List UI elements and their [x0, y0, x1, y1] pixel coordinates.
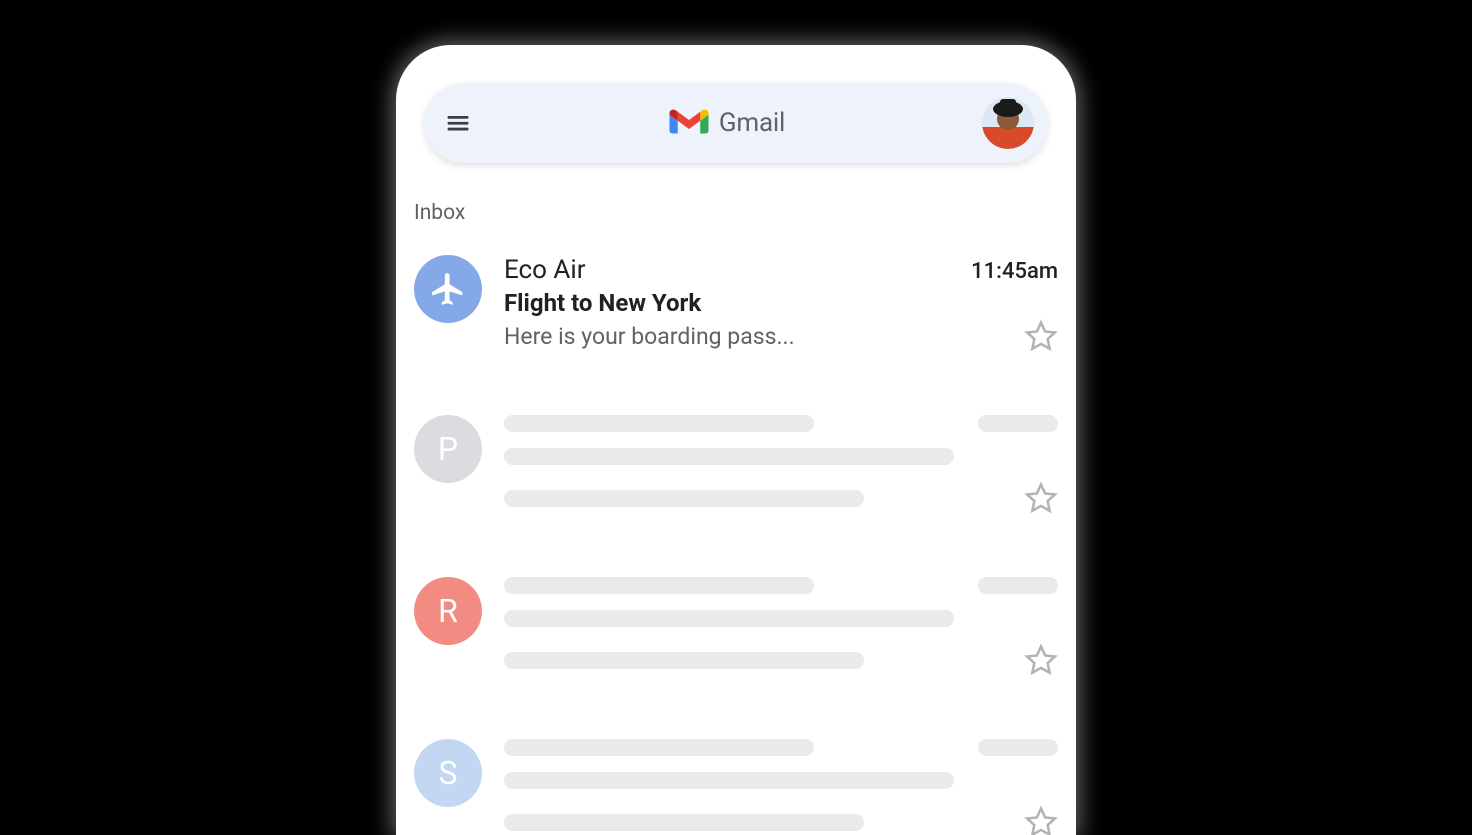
menu-icon[interactable]	[444, 109, 472, 137]
skeleton-line	[504, 652, 864, 669]
email-row-skeleton[interactable]: S	[414, 719, 1058, 835]
skeleton-line	[504, 448, 954, 465]
skeleton-line	[504, 772, 954, 789]
sender-avatar	[414, 255, 482, 323]
profile-avatar[interactable]	[982, 97, 1034, 149]
email-row-skeleton[interactable]: P	[414, 395, 1058, 557]
email-row[interactable]: Eco Air 11:45am Flight to New York Here …	[414, 235, 1058, 395]
skeleton-line	[504, 415, 814, 432]
app-name: Gmail	[719, 108, 785, 138]
star-icon[interactable]	[1024, 805, 1058, 835]
star-icon[interactable]	[1024, 319, 1058, 353]
search-bar[interactable]: Gmail	[424, 83, 1048, 163]
airplane-icon	[429, 270, 467, 308]
sender-avatar: R	[414, 577, 482, 645]
phone-frame: Gmail Inbox	[396, 45, 1076, 835]
skeleton-line	[504, 739, 814, 756]
avatar-letter: P	[438, 430, 458, 468]
gmail-logo-icon	[669, 108, 709, 138]
sender-avatar: P	[414, 415, 482, 483]
email-body: Eco Air 11:45am Flight to New York Here …	[504, 255, 1058, 353]
skeleton-line	[504, 610, 954, 627]
star-icon[interactable]	[1024, 643, 1058, 677]
search-center: Gmail	[472, 108, 982, 138]
star-icon[interactable]	[1024, 481, 1058, 515]
email-sender: Eco Air	[504, 255, 586, 285]
skeleton-line	[504, 490, 864, 507]
section-label: Inbox	[414, 201, 1076, 225]
email-time: 11:45am	[971, 259, 1058, 284]
skeleton-line	[978, 739, 1058, 756]
avatar-letter: R	[438, 592, 458, 630]
email-subject: Flight to New York	[504, 289, 1058, 317]
sender-avatar: S	[414, 739, 482, 807]
email-row-skeleton[interactable]: R	[414, 557, 1058, 719]
email-list: Eco Air 11:45am Flight to New York Here …	[396, 235, 1076, 835]
skeleton-line	[978, 577, 1058, 594]
skeleton-line	[978, 415, 1058, 432]
avatar-letter: S	[439, 754, 458, 792]
email-snippet: Here is your boarding pass...	[504, 323, 795, 350]
skeleton-line	[504, 577, 814, 594]
